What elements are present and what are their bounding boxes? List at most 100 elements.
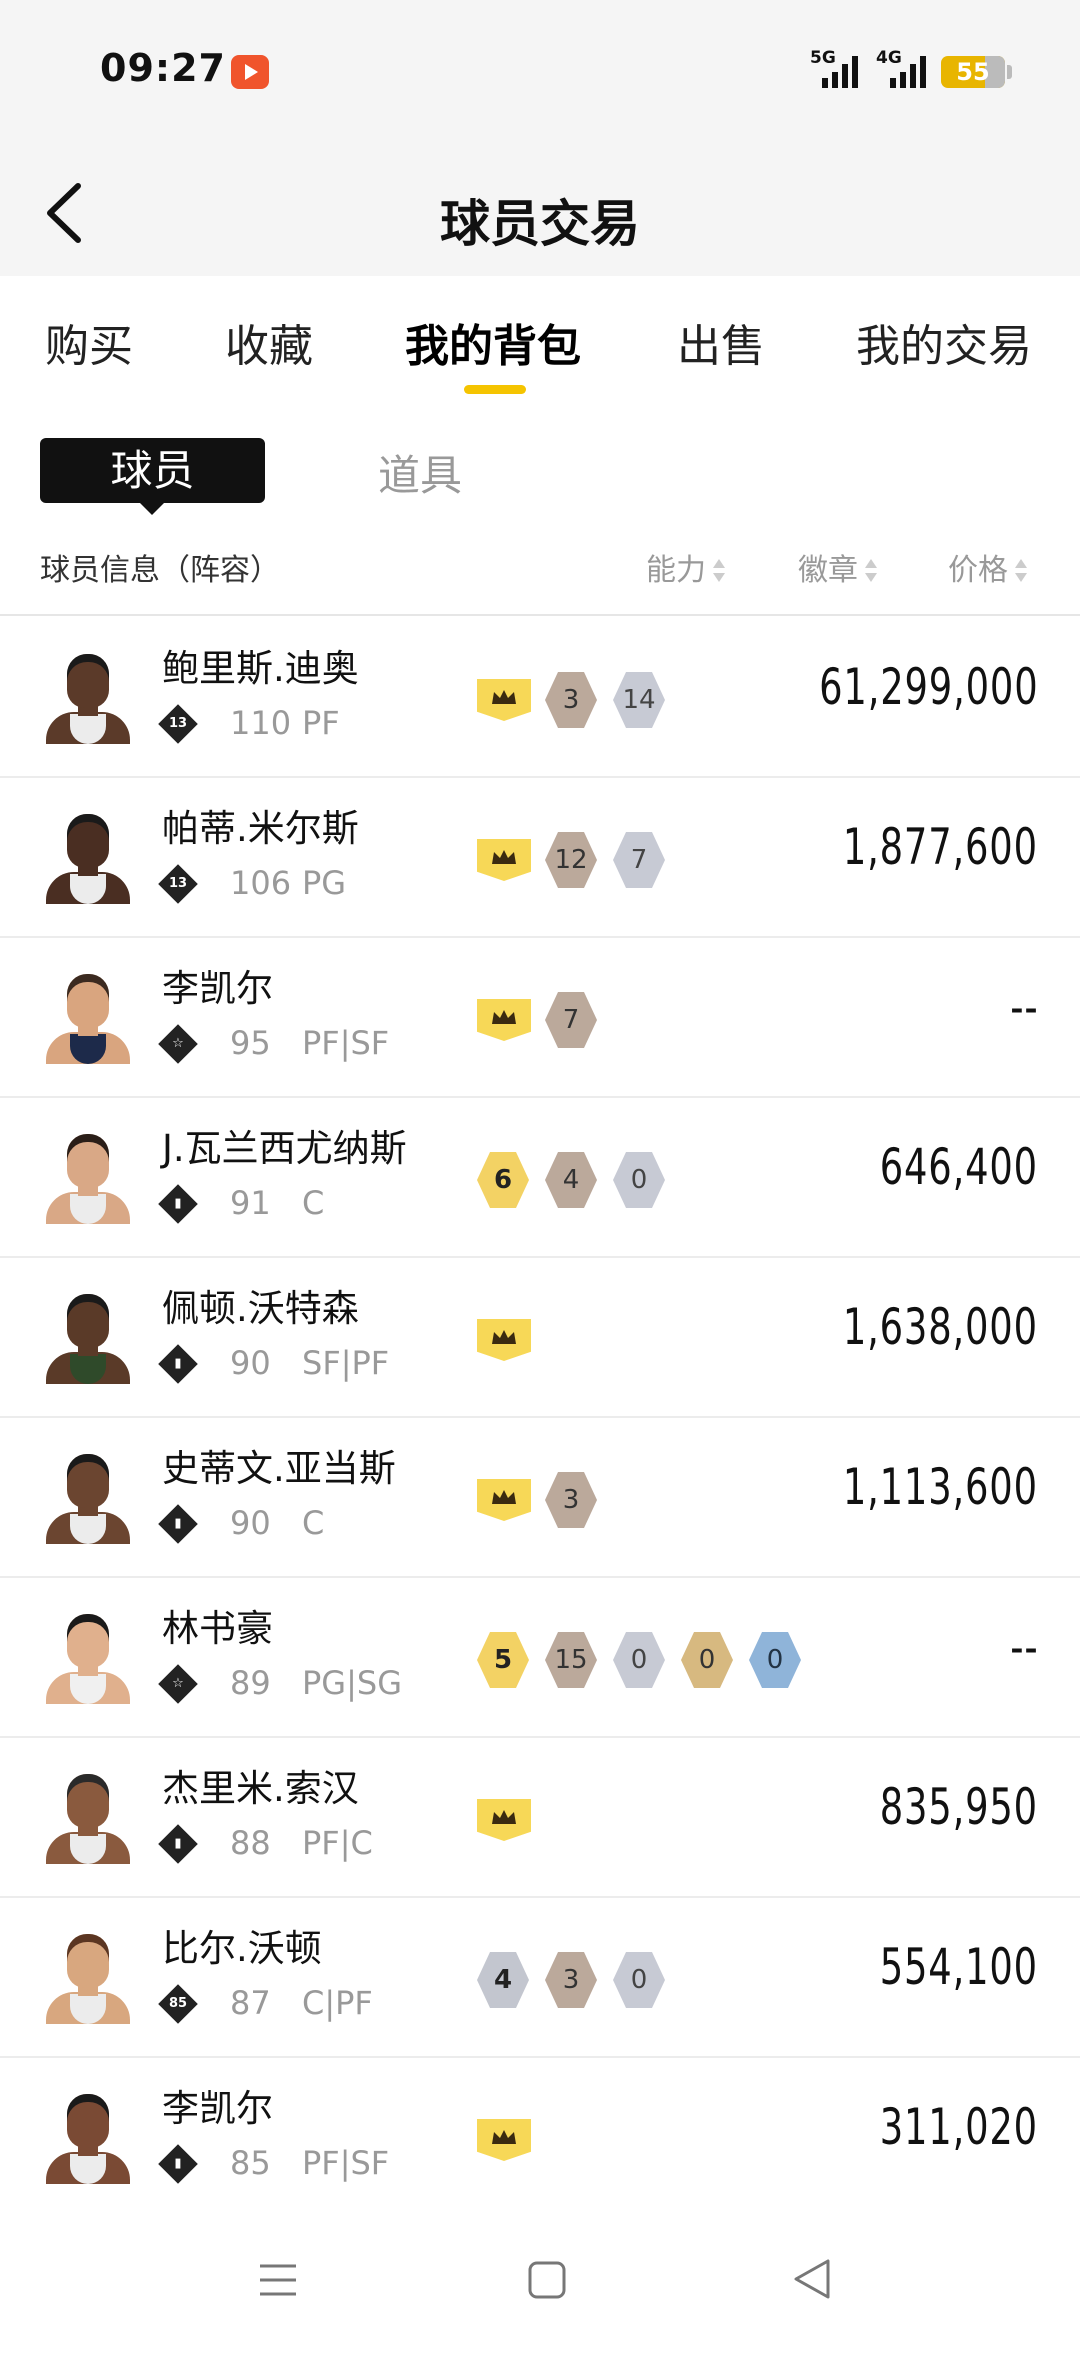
sort-icon	[864, 558, 878, 585]
crown-badge-icon	[477, 1319, 531, 1361]
player-rating: 110	[230, 704, 292, 742]
active-tab-indicator	[464, 385, 526, 394]
tab-my-trades[interactable]: 我的交易	[856, 310, 1032, 374]
player-name: 李凯尔	[162, 967, 273, 1010]
player-position: C|PF	[302, 1984, 373, 2022]
sort-icon	[1014, 558, 1028, 585]
player-row[interactable]: 佩顿.沃特森 ▮ 90 SF|PF 1,638,000	[0, 1256, 1080, 1418]
badge-hex: 3	[545, 672, 597, 728]
badge-hex: 14	[613, 672, 665, 728]
player-price: 646,400	[879, 1138, 1038, 1196]
player-row[interactable]: 杰里米.索汉 ▮ 88 PF|C 835,950	[0, 1736, 1080, 1898]
column-player-info: 球员信息（阵容）	[40, 553, 280, 588]
player-price: 311,020	[879, 2098, 1038, 2156]
signal-5g-icon: 5G	[800, 48, 866, 92]
player-position: PG	[302, 864, 347, 902]
system-nav-bar	[0, 2210, 1080, 2373]
player-row[interactable]: 帕蒂.米尔斯 13 106 PG 12 7 1,877,600	[0, 776, 1080, 938]
player-card-badge-icon: ▮	[158, 1504, 198, 1544]
player-card-badge-icon: ▮	[158, 1184, 198, 1224]
player-position: PF|C	[302, 1824, 373, 1862]
badge-hex: 7	[545, 992, 597, 1048]
player-row[interactable]: 李凯尔 ☆ 95 PF|SF 7 --	[0, 936, 1080, 1098]
player-card-badge-icon: 85	[158, 1984, 198, 2024]
player-card-badge-icon: ▮	[158, 1344, 198, 1384]
player-name: 帕蒂.米尔斯	[162, 807, 359, 850]
player-row[interactable]: 鲍里斯.迪奥 13 110 PF 3 14 61,299,000	[0, 616, 1080, 778]
player-row[interactable]: J.瓦兰西尤纳斯 ▮ 91 C 640 646,400	[0, 1096, 1080, 1258]
player-avatar	[40, 1284, 136, 1384]
battery-tip	[1007, 65, 1012, 79]
player-card-badge-icon: 13	[158, 704, 198, 744]
player-name: 鲍里斯.迪奥	[162, 647, 359, 690]
tab-buy[interactable]: 购买	[45, 310, 133, 374]
player-rating: 87	[230, 1984, 271, 2022]
crown-badge-icon	[477, 839, 531, 881]
badge-hex: 5	[477, 1632, 529, 1688]
player-position: C	[302, 1184, 325, 1222]
player-position: C	[302, 1504, 325, 1542]
player-avatar	[40, 1444, 136, 1544]
column-badge-sort[interactable]: 徽章	[798, 545, 878, 589]
badge-hex: 3	[545, 1472, 597, 1528]
player-name: 佩顿.沃特森	[162, 1287, 359, 1330]
badge-hex: 12	[545, 832, 597, 888]
badge-hex: 4	[545, 1152, 597, 1208]
player-rating: 91	[230, 1184, 271, 1222]
player-avatar	[40, 1764, 136, 1864]
player-price: --	[1009, 978, 1038, 1036]
badge-hex: 3	[545, 1952, 597, 2008]
player-name: J.瓦兰西尤纳斯	[162, 1127, 407, 1170]
player-avatar	[40, 964, 136, 1064]
player-position: PF|SF	[302, 2144, 390, 2182]
back-triangle-icon[interactable]	[792, 2258, 832, 2300]
main-tabs: 购买 收藏 我的背包 出售 我的交易	[0, 310, 1080, 390]
column-price-sort[interactable]: 价格	[948, 545, 1028, 589]
crown-badge-icon	[477, 679, 531, 721]
menu-icon[interactable]	[258, 2260, 298, 2300]
player-price: 61,299,000	[818, 658, 1038, 716]
player-card-badge-icon: ▮	[158, 2144, 198, 2184]
player-rating: 90	[230, 1344, 271, 1382]
player-row[interactable]: 史蒂文.亚当斯 ▮ 90 C 3 1,113,600	[0, 1416, 1080, 1578]
player-price: 554,100	[879, 1938, 1038, 1996]
player-price: 1,113,600	[842, 1458, 1038, 1516]
player-rating: 90	[230, 1504, 271, 1542]
player-position: PF	[302, 704, 340, 742]
home-icon[interactable]	[528, 2260, 566, 2300]
player-row[interactable]: 比尔.沃顿 85 87 C|PF 430 554,100	[0, 1896, 1080, 2058]
tab-my-backpack[interactable]: 我的背包	[405, 310, 581, 374]
badge-hex: 6	[477, 1152, 529, 1208]
player-rating: 85	[230, 2144, 271, 2182]
player-row[interactable]: 李凯尔 ▮ 85 PF|SF 311,020	[0, 2056, 1080, 2218]
player-card-badge-icon: ☆	[158, 1024, 198, 1064]
player-name: 比尔.沃顿	[162, 1927, 322, 1970]
crown-badge-icon	[477, 999, 531, 1041]
player-name: 李凯尔	[162, 2087, 273, 2130]
player-rating: 88	[230, 1824, 271, 1862]
player-avatar	[40, 804, 136, 904]
player-rating: 89	[230, 1664, 271, 1702]
page-title: 球员交易	[440, 195, 640, 253]
player-name: 林书豪	[162, 1607, 273, 1650]
player-card-badge-icon: ▮	[158, 1824, 198, 1864]
battery-icon: 55	[941, 56, 1005, 88]
player-card-badge-icon: ☆	[158, 1664, 198, 1704]
segment-items[interactable]: 道具	[378, 442, 462, 503]
player-avatar	[40, 2084, 136, 2184]
player-rating: 95	[230, 1024, 271, 1062]
player-price: 835,950	[879, 1778, 1038, 1836]
badge-hex: 0	[613, 1952, 665, 2008]
tab-sell[interactable]: 出售	[677, 310, 765, 374]
signal-4g-icon: 4G	[874, 48, 934, 92]
tab-favorites[interactable]: 收藏	[225, 310, 313, 374]
player-card-badge-icon: 13	[158, 864, 198, 904]
badge-hex: 0	[613, 1632, 665, 1688]
segment-players[interactable]: 球员	[40, 438, 265, 515]
player-row[interactable]: 林书豪 ☆ 89 PG|SG 5 15 0 0 0 --	[0, 1576, 1080, 1738]
column-ability-sort[interactable]: 能力	[646, 545, 726, 589]
player-price: 1,877,600	[842, 818, 1038, 876]
player-avatar	[40, 644, 136, 744]
crown-badge-icon	[477, 1479, 531, 1521]
player-avatar	[40, 1604, 136, 1704]
